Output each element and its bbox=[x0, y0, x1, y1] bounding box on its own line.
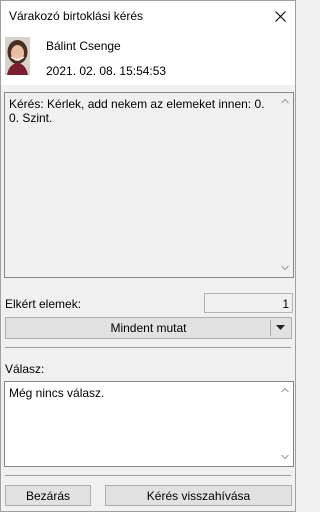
request-message-box[interactable]: Kérés: Kérlek, add nekem az elemeket inn… bbox=[4, 92, 294, 278]
request-header: Bálint Csenge 2021. 02. 08. 15:54:53 bbox=[1, 31, 295, 85]
reply-scrollbar[interactable] bbox=[277, 382, 293, 466]
reply-text: Még nincs válasz. bbox=[9, 386, 105, 400]
show-all-dropdown[interactable] bbox=[270, 320, 291, 336]
divider bbox=[5, 475, 291, 476]
title-bar: Várakozó birtoklási kérés bbox=[1, 1, 295, 31]
requested-items-count-field: 1 bbox=[204, 293, 293, 313]
request-datetime: 2021. 02. 08. 15:54:53 bbox=[46, 64, 167, 78]
avatar bbox=[5, 37, 30, 75]
close-button[interactable]: Bezárás bbox=[5, 485, 91, 506]
author-name: Bálint Csenge bbox=[46, 39, 121, 53]
close-window-button[interactable] bbox=[265, 1, 295, 31]
dialog-window: Várakozó birtoklási kérés Bálint Csenge … bbox=[0, 0, 296, 512]
window-title: Várakozó birtoklási kérés bbox=[9, 9, 144, 23]
message-scrollbar[interactable] bbox=[277, 93, 293, 277]
divider bbox=[5, 347, 291, 348]
reply-label: Válasz: bbox=[5, 362, 45, 376]
close-icon bbox=[274, 10, 286, 22]
scroll-down-icon[interactable] bbox=[281, 264, 289, 272]
requested-items-count: 1 bbox=[282, 297, 289, 311]
requested-items-label: Elkért elemek: bbox=[5, 297, 82, 311]
chevron-down-icon bbox=[276, 325, 285, 330]
scroll-down-icon[interactable] bbox=[281, 453, 289, 461]
close-button-label: Bezárás bbox=[25, 488, 71, 503]
scroll-up-icon[interactable] bbox=[281, 97, 289, 105]
withdraw-request-label: Kérés visszahívása bbox=[146, 488, 251, 503]
show-all-label: Mindent mutat bbox=[110, 321, 187, 335]
withdraw-request-button[interactable]: Kérés visszahívása bbox=[105, 485, 292, 506]
request-message: Kérés: Kérlek, add nekem az elemeket inn… bbox=[9, 97, 265, 125]
scroll-up-icon[interactable] bbox=[281, 386, 289, 394]
show-all-button[interactable]: Mindent mutat bbox=[5, 317, 292, 339]
reply-box[interactable]: Még nincs válasz. bbox=[4, 381, 294, 467]
